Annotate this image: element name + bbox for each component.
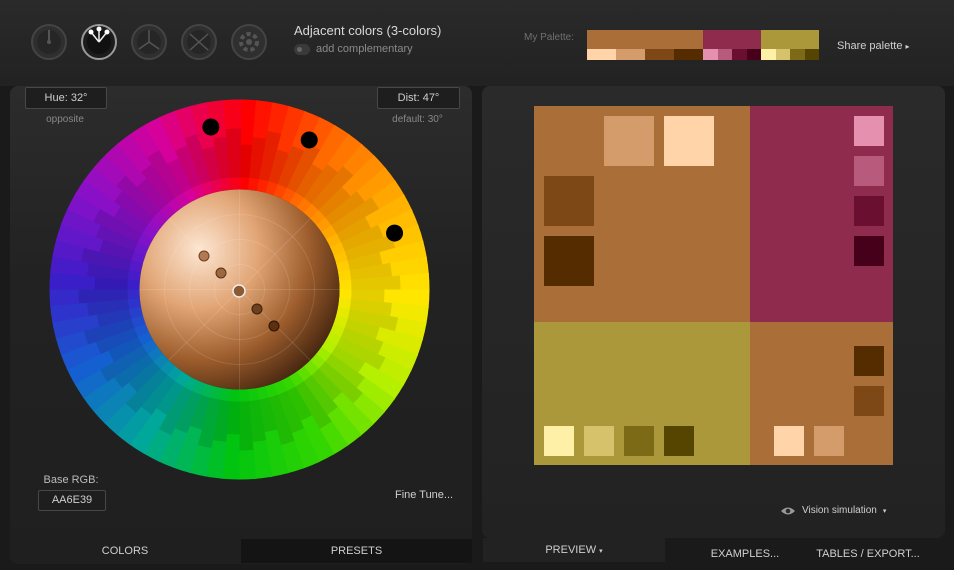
shade-marker[interactable] — [215, 267, 227, 279]
palette-sub-swatch[interactable] — [804, 49, 819, 60]
swatch — [854, 196, 884, 226]
palette-sub-swatch[interactable] — [746, 49, 761, 60]
swatch — [544, 236, 594, 286]
palette-sub-swatch[interactable] — [732, 49, 747, 60]
swatch — [854, 116, 884, 146]
fine-tune-button[interactable]: Fine Tune... — [395, 489, 453, 501]
caret-right-icon: ▸ — [905, 42, 910, 51]
swatch — [664, 116, 714, 166]
caret-down-icon: ▾ — [599, 548, 603, 555]
palette-sub-swatch[interactable] — [645, 49, 674, 60]
eye-icon — [781, 507, 795, 514]
swatch — [624, 426, 654, 456]
swatch — [664, 426, 694, 456]
hue-handle[interactable] — [300, 131, 318, 149]
caret-down-icon: ▾ — [882, 507, 887, 515]
palette-sub-swatch[interactable] — [775, 49, 790, 60]
color-wheel[interactable] — [49, 99, 430, 480]
triad-scheme-icon[interactable] — [129, 22, 169, 62]
toggle-icon[interactable] — [294, 43, 310, 55]
share-palette-button[interactable]: Share palette ▸ — [837, 40, 910, 52]
my-palette-label: My Palette: — [524, 32, 575, 43]
tab-presets[interactable]: PRESETS — [241, 539, 472, 563]
preview-secondary-area — [750, 106, 893, 322]
palette-sub-swatch[interactable] — [790, 49, 805, 60]
swatch — [774, 426, 804, 456]
palette-sub-swatch[interactable] — [717, 49, 732, 60]
add-complementary-label: add complementary — [316, 43, 413, 55]
palette-sub-swatch[interactable] — [703, 49, 718, 60]
palette-sub-swatch[interactable] — [587, 49, 616, 60]
palette-group[interactable] — [703, 30, 761, 60]
add-complementary-toggle[interactable]: add complementary — [294, 43, 413, 55]
hue-handle[interactable] — [386, 224, 404, 242]
base-rgb-input[interactable]: AA6E39 — [38, 490, 106, 511]
preview-primary-corner — [750, 322, 893, 465]
swatch — [544, 426, 574, 456]
palette-main-swatch[interactable] — [703, 30, 761, 49]
mono-scheme-icon[interactable] — [29, 22, 69, 62]
preview-primary-area — [534, 106, 750, 322]
base-rgb-label: Base RGB: — [43, 474, 99, 486]
vision-simulation-button[interactable]: Vision simulation ▾ — [780, 505, 886, 516]
swatch — [854, 346, 884, 376]
swatch — [854, 386, 884, 416]
palette-main-swatch[interactable] — [761, 30, 819, 49]
swatch — [584, 426, 614, 456]
adjacent-scheme-icon[interactable] — [79, 22, 119, 62]
palette-group[interactable] — [587, 30, 703, 60]
shade-marker[interactable] — [268, 320, 280, 332]
shade-marker[interactable] — [198, 250, 210, 262]
swatch — [544, 176, 594, 226]
palette-sub-swatch[interactable] — [616, 49, 645, 60]
tab-examples[interactable]: EXAMPLES... — [700, 542, 790, 566]
scheme-title: Adjacent colors (3-colors) — [294, 23, 442, 38]
freestyle-scheme-icon[interactable] — [229, 22, 269, 62]
preview-tertiary-area — [534, 322, 750, 465]
shade-marker[interactable] — [251, 303, 263, 315]
palette-main-swatch[interactable] — [587, 30, 703, 49]
vision-simulation-label: Vision simulation — [802, 505, 877, 516]
palette-sub-swatch[interactable] — [674, 49, 703, 60]
swatch — [604, 116, 654, 166]
palette-preview — [534, 106, 893, 465]
share-palette-label: Share palette — [837, 40, 903, 52]
my-palette[interactable] — [587, 30, 819, 60]
tab-colors[interactable]: COLORS — [10, 539, 240, 563]
base-shade-marker[interactable] — [232, 284, 246, 298]
tab-preview[interactable]: PREVIEW ▾ — [483, 538, 665, 562]
swatch — [854, 156, 884, 186]
palette-group[interactable] — [761, 30, 819, 60]
tab-preview-label: PREVIEW — [545, 544, 597, 556]
swatch — [854, 236, 884, 266]
hue-handle[interactable] — [202, 118, 220, 136]
palette-sub-swatch[interactable] — [761, 49, 776, 60]
top-toolbar: Adjacent colors (3-colors) add complemen… — [0, 0, 954, 86]
swatch — [814, 426, 844, 456]
tab-tables-export[interactable]: TABLES / EXPORT... — [812, 542, 924, 566]
tetrad-scheme-icon[interactable] — [179, 22, 219, 62]
